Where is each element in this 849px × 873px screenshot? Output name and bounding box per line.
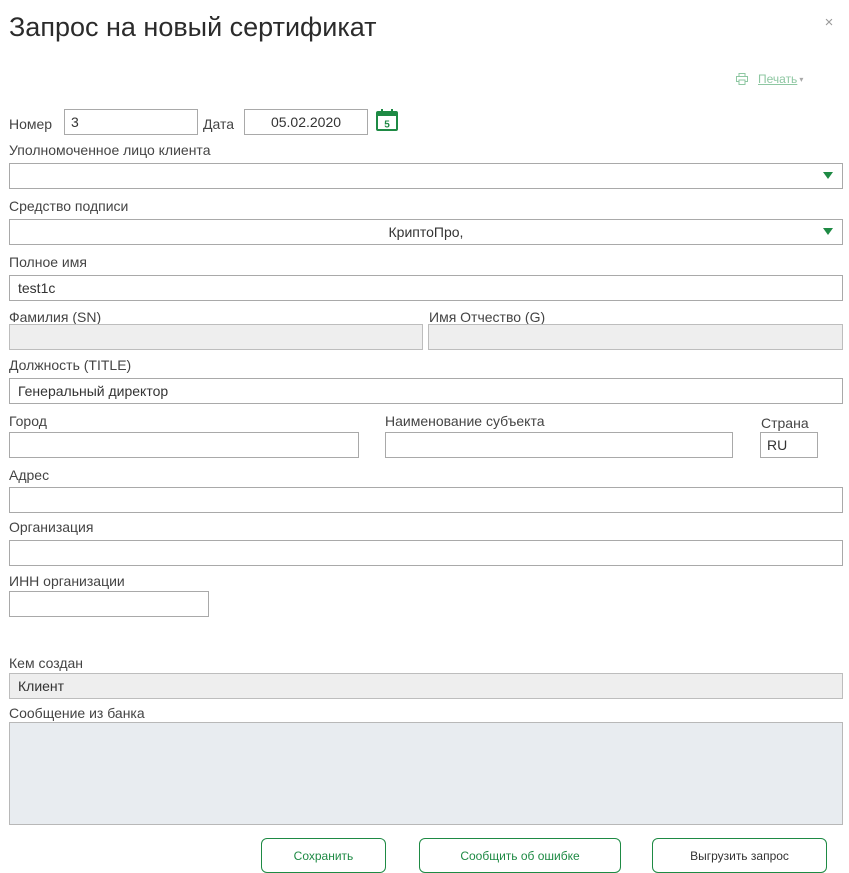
city-label: Город (9, 413, 47, 429)
full-name-field[interactable]: test1c (9, 275, 843, 301)
surname-field (9, 324, 423, 350)
title-label: Должность (TITLE) (9, 357, 132, 373)
signature-tool-label: Средство подписи (9, 198, 129, 214)
city-field[interactable] (9, 432, 359, 458)
subject-field[interactable] (385, 432, 733, 458)
date-label: Дата (203, 116, 235, 132)
inn-label: ИНН организации (9, 573, 125, 589)
organization-label: Организация (9, 519, 94, 535)
address-label: Адрес (9, 467, 50, 483)
authorized-person-select[interactable] (9, 163, 843, 189)
country-field[interactable]: RU (760, 432, 818, 458)
close-icon[interactable]: × (822, 15, 836, 30)
calendar-day: 5 (384, 120, 390, 131)
chevron-down-icon: ▾ (799, 74, 804, 84)
print-menu[interactable]: Печать ▾ (736, 71, 803, 87)
signature-tool-select[interactable]: КриптоПро, (9, 219, 843, 245)
print-label: Печать (758, 72, 798, 86)
created-by-field: Клиент (9, 673, 843, 699)
surname-label: Фамилия (SN) (9, 309, 102, 325)
authorized-person-label: Уполномоченное лицо клиента (9, 142, 211, 158)
created-by-label: Кем создан (9, 655, 84, 671)
address-field[interactable] (9, 487, 843, 513)
number-field[interactable]: 3 (64, 109, 198, 135)
printer-icon (736, 73, 748, 85)
organization-field[interactable] (9, 540, 843, 566)
dialog-title: Запрос на новый сертификат (9, 12, 377, 42)
dropdown-arrow-icon (823, 172, 833, 179)
country-label: Страна (761, 415, 809, 431)
signature-tool-value: КриптоПро, (388, 224, 464, 240)
certificate-request-dialog: Запрос на новый сертификат × Печать ▾ Но… (0, 0, 849, 873)
bank-message-label: Сообщение из банка (9, 705, 145, 721)
inn-field[interactable] (9, 591, 209, 617)
title-field[interactable]: Генеральный директор (9, 378, 843, 404)
export-request-button[interactable]: Выгрузить запрос (652, 838, 827, 873)
subject-label: Наименование субъекта (385, 413, 545, 429)
report-error-button[interactable]: Сообщить об ошибке (419, 838, 621, 873)
number-label: Номер (9, 116, 53, 132)
bank-message-field (9, 722, 843, 825)
date-field[interactable]: 05.02.2020 (244, 109, 368, 135)
full-name-label: Полное имя (9, 254, 87, 270)
given-name-field (428, 324, 843, 350)
dropdown-arrow-icon (823, 228, 833, 235)
given-name-label: Имя Отчество (G) (429, 309, 546, 325)
calendar-icon[interactable]: 5 (375, 108, 399, 132)
save-button[interactable]: Сохранить (261, 838, 386, 873)
